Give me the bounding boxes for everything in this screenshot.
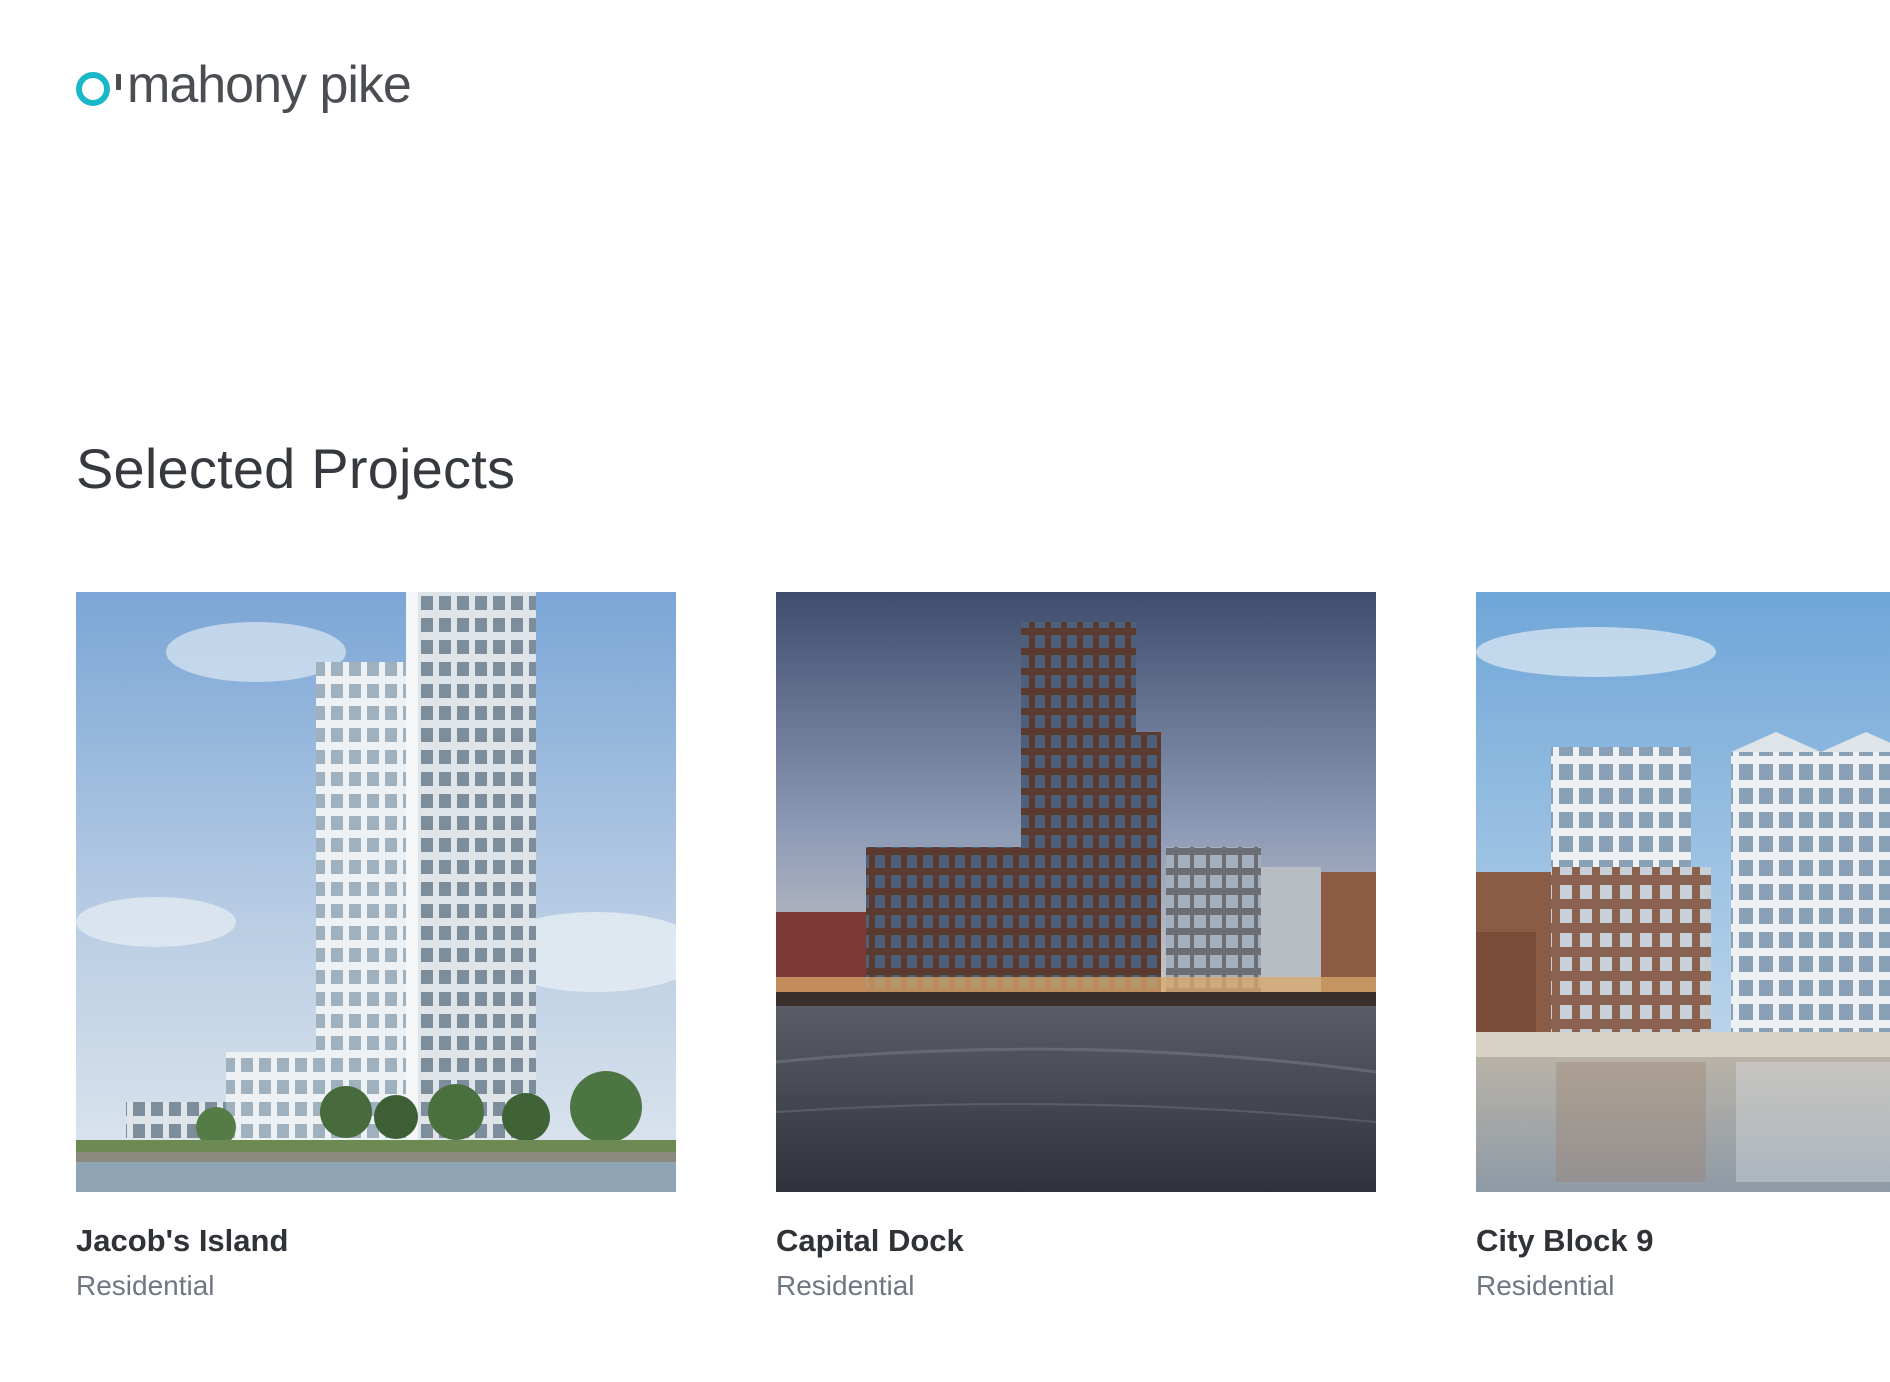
project-title[interactable]: Jacob's Island xyxy=(76,1222,676,1259)
project-category: Residential xyxy=(76,1270,215,1302)
project-card-city-block-9[interactable]: City Block 9 Residential xyxy=(1476,592,1890,1303)
page: mahony pike Selected Projects Jacob's Is… xyxy=(0,0,1890,1382)
project-grid: Jacob's Island Residential Capital Dock … xyxy=(76,592,1890,1312)
project-title[interactable]: City Block 9 xyxy=(1476,1222,1890,1259)
project-image-city-block-9[interactable] xyxy=(1476,592,1890,1192)
project-category: Residential xyxy=(776,1270,915,1302)
project-category: Residential xyxy=(1476,1270,1615,1302)
site-logo[interactable]: mahony pike xyxy=(76,50,412,120)
project-card-capital-dock[interactable]: Capital Dock Residential xyxy=(776,592,1376,1303)
project-image-capital-dock[interactable] xyxy=(776,592,1376,1192)
logo-apostrophe-icon xyxy=(116,74,121,90)
project-title[interactable]: Capital Dock xyxy=(776,1222,1376,1259)
logo-wordmark: mahony pike xyxy=(127,56,412,114)
section-title: Selected Projects xyxy=(76,437,516,500)
project-card-jacobs-island[interactable]: Jacob's Island Residential xyxy=(76,592,676,1303)
project-image-jacobs-island[interactable] xyxy=(76,592,676,1192)
logo-ring-icon xyxy=(76,72,110,106)
